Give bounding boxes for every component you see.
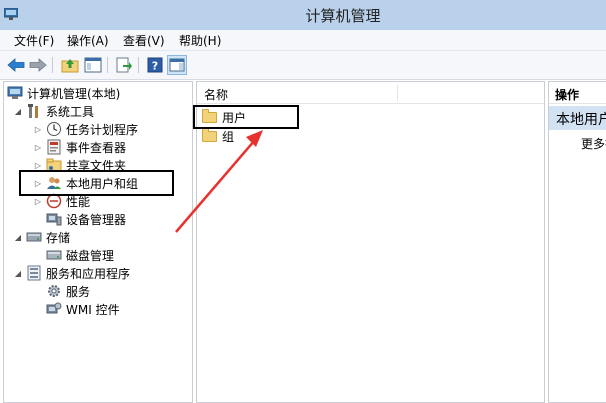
more-actions-link[interactable]: 更多操作 <box>581 135 606 152</box>
tree-label: 服务 <box>66 284 91 299</box>
column-header-name[interactable]: 名称 <box>204 86 228 103</box>
actions-header: 操作 <box>549 82 606 104</box>
up-folder-icon <box>61 59 79 73</box>
collapse-arrow-icon[interactable]: ◢ <box>13 106 23 116</box>
toolbar-separator <box>52 57 53 73</box>
list-item-label: 组 <box>222 129 235 144</box>
list-item-groups[interactable]: 组 <box>202 127 234 145</box>
disk-icon <box>46 247 62 263</box>
expand-arrow-icon[interactable]: ▷ <box>33 160 43 170</box>
tree-item-event-viewer[interactable]: ▷ 事件查看器 <box>33 138 126 156</box>
export-list-button[interactable] <box>114 55 134 75</box>
actions-section-header[interactable]: 本地用户和组 <box>549 106 606 130</box>
expand-arrow-icon[interactable]: ▷ <box>33 124 43 134</box>
collapse-arrow-icon[interactable]: ◢ <box>13 268 23 278</box>
annotation-highlight-box <box>193 105 299 129</box>
menu-file[interactable]: 文件(F) <box>14 32 54 49</box>
title-bar: 计算机管理 <box>0 0 606 30</box>
expand-arrow-icon[interactable]: ▷ <box>33 142 43 152</box>
toolbar-separator <box>138 57 139 73</box>
tree-label: WMI 控件 <box>66 302 120 317</box>
tree-item-system-tools[interactable]: ◢ 系统工具 <box>13 102 94 120</box>
menu-view[interactable]: 查看(V) <box>123 32 165 49</box>
navigation-tree: 计算机管理(本地) ◢ 系统工具 ▷ 任务计划程序 ▷ 事件查看器 ▷ 共享文件… <box>3 81 193 403</box>
tree-item-services[interactable]: 服务 <box>46 282 90 300</box>
show-hide-tree-icon <box>84 57 102 73</box>
menu-bar: 文件(F) 操作(A) 查看(V) 帮助(H) <box>0 30 606 51</box>
expand-arrow-icon[interactable]: ▷ <box>33 196 43 206</box>
storage-icon <box>26 229 42 245</box>
gear-icon <box>46 283 62 299</box>
event-viewer-icon <box>46 139 62 155</box>
column-divider[interactable] <box>397 85 398 101</box>
folder-icon <box>202 127 217 142</box>
actions-header-label: 操作 <box>555 88 580 102</box>
menu-action[interactable]: 操作(A) <box>67 32 109 49</box>
tree-label: 设备管理器 <box>66 212 127 227</box>
computer-icon <box>7 85 23 101</box>
back-button[interactable] <box>6 55 26 75</box>
forward-arrow-icon <box>29 58 47 72</box>
window-title: 计算机管理 <box>305 7 381 25</box>
tree-item-services-apps[interactable]: ◢ 服务和应用程序 <box>13 264 130 282</box>
show-hide-action-pane-icon <box>169 58 185 72</box>
device-manager-icon <box>46 211 62 227</box>
column-header: 名称 <box>197 82 544 104</box>
tree-item-device-manager[interactable]: 设备管理器 <box>46 210 126 228</box>
forward-button[interactable] <box>28 55 48 75</box>
annotation-highlight-box <box>19 170 174 196</box>
show-hide-tree-button[interactable] <box>83 55 103 75</box>
menu-help[interactable]: 帮助(H) <box>179 32 221 49</box>
collapse-arrow-icon[interactable]: ◢ <box>13 232 23 242</box>
tree-item-storage[interactable]: ◢ 存储 <box>13 228 70 246</box>
tree-label: 服务和应用程序 <box>46 266 131 281</box>
tree-label: 任务计划程序 <box>66 122 139 137</box>
tree-item-computer-management[interactable]: 计算机管理(本地) <box>7 84 120 102</box>
tree-item-wmi-control[interactable]: WMI 控件 <box>46 300 120 318</box>
toolbar: ? <box>0 51 606 80</box>
wmi-icon <box>46 301 62 317</box>
tree-label: 计算机管理(本地) <box>27 86 121 101</box>
svg-text:?: ? <box>152 60 158 73</box>
clock-icon <box>46 121 62 137</box>
up-level-button[interactable] <box>60 55 80 75</box>
show-hide-action-pane-button[interactable] <box>167 55 187 75</box>
actions-section-label: 本地用户和组 <box>556 112 606 128</box>
tree-label: 磁盘管理 <box>66 248 115 263</box>
services-apps-icon <box>26 265 42 281</box>
toolbar-separator <box>107 57 108 73</box>
tree-item-disk-management[interactable]: 磁盘管理 <box>46 246 114 264</box>
tree-item-task-scheduler[interactable]: ▷ 任务计划程序 <box>33 120 138 138</box>
back-arrow-icon <box>7 58 25 72</box>
help-button[interactable]: ? <box>145 55 165 75</box>
actions-pane: 操作 本地用户和组 更多操作 <box>548 81 606 403</box>
help-icon: ? <box>147 57 163 73</box>
tree-label: 系统工具 <box>46 104 95 119</box>
export-icon <box>116 57 132 73</box>
tree-label: 事件查看器 <box>66 140 127 155</box>
tools-icon <box>26 103 42 119</box>
content-list: 名称 用户 组 <box>193 81 545 403</box>
tree-label: 存储 <box>46 230 71 245</box>
